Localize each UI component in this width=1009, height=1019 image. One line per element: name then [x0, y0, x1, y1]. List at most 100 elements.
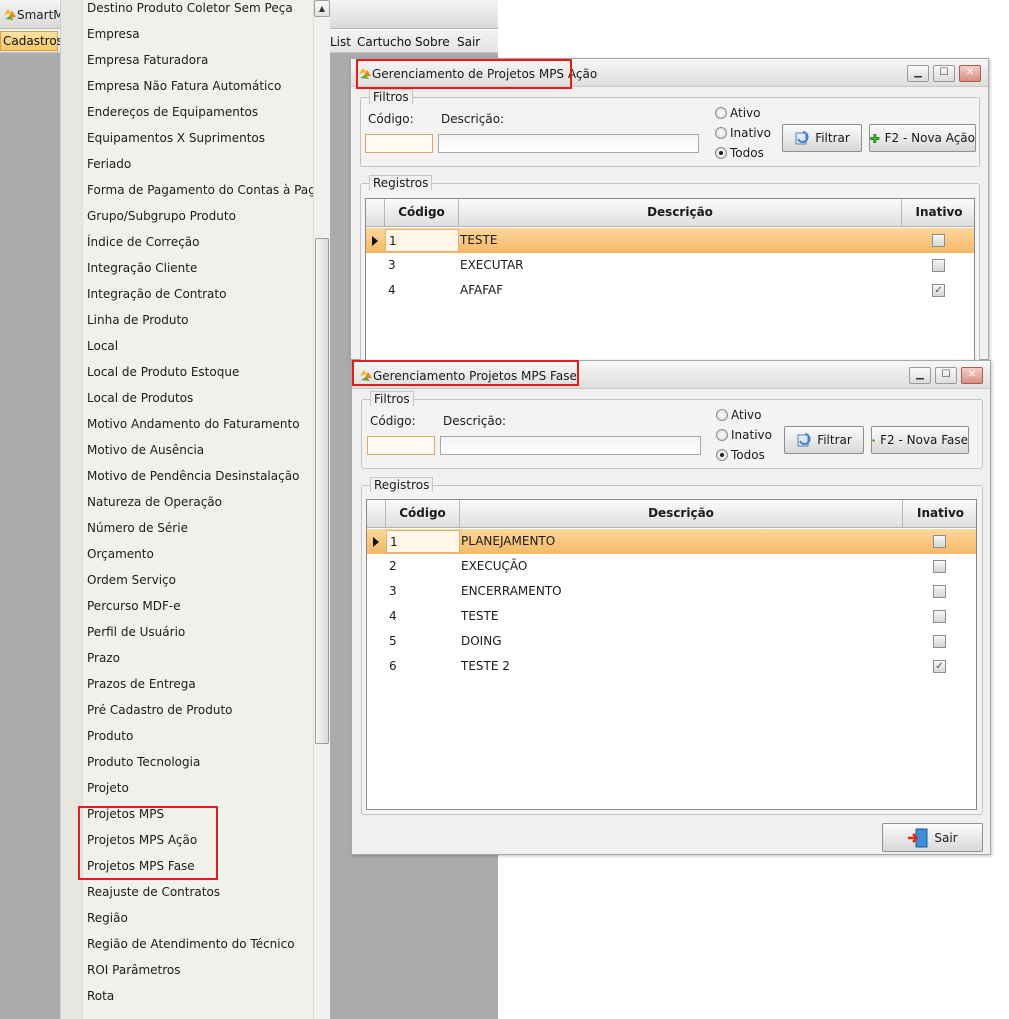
table-row[interactable]: 1 TESTE — [366, 228, 974, 253]
menu-item-indice-de-correcao[interactable]: Índice de Correção — [87, 235, 200, 249]
menu-item-feriado[interactable]: Feriado — [87, 157, 131, 171]
cell-descricao[interactable]: EXECUTAR — [460, 253, 524, 278]
cell-descricao[interactable]: TESTE — [460, 228, 497, 253]
menu-item-equipamentos-x-suprimentos[interactable]: Equipamentos X Suprimentos — [87, 131, 265, 145]
radio-ativo[interactable]: Ativo — [715, 106, 760, 120]
menu-item-motivo-andamento-do-faturamento[interactable]: Motivo Andamento do Faturamento — [87, 417, 300, 431]
menu-item-empresa-nao-fatura-automatico[interactable]: Empresa Não Fatura Automático — [87, 79, 281, 93]
menu-item-roi-parametros[interactable]: ROI Parâmetros — [87, 963, 181, 977]
inativo-checkbox[interactable] — [933, 610, 946, 623]
header-codigo[interactable]: Código — [386, 500, 460, 528]
menu-item-local-de-produto-estoque[interactable]: Local de Produto Estoque — [87, 365, 239, 379]
cell-descricao[interactable]: DOING — [461, 629, 502, 654]
menu-list[interactable]: List — [330, 35, 351, 49]
codigo-input[interactable] — [365, 134, 433, 153]
radio-inativo[interactable]: Inativo — [716, 428, 772, 442]
nova-fase-button[interactable]: F2 - Nova Fase — [871, 426, 969, 454]
menu-item-ordem-servico[interactable]: Ordem Serviço — [87, 573, 176, 587]
menu-item-numero-de-serie[interactable]: Número de Série — [87, 521, 188, 535]
menu-item-regiao[interactable]: Região — [87, 911, 128, 925]
cell-descricao[interactable]: AFAFAF — [460, 278, 503, 303]
cell-codigo[interactable]: 2 — [389, 554, 397, 579]
minimize-button[interactable]: ▁ — [907, 65, 929, 82]
menu-item-forma-de-pagamento-do-contas-a-pagar[interactable]: Forma de Pagamento do Contas à Pagar — [87, 183, 328, 197]
header-codigo[interactable]: Código — [385, 199, 459, 227]
menu-item-integracao-cliente[interactable]: Integração Cliente — [87, 261, 197, 275]
table-row[interactable]: 4 TESTE — [367, 604, 976, 629]
menu-item-perfil-de-usuario[interactable]: Perfil de Usuário — [87, 625, 185, 639]
menu-item-empresa[interactable]: Empresa — [87, 27, 140, 41]
cell-descricao[interactable]: EXECUÇÃO — [461, 554, 527, 579]
menu-item-prazo[interactable]: Prazo — [87, 651, 120, 665]
nova-acao-button[interactable]: F2 - Nova Ação — [869, 124, 976, 152]
cell-descricao[interactable]: TESTE 2 — [461, 654, 510, 679]
table-row[interactable]: 1 PLANEJAMENTO — [367, 529, 976, 554]
cell-codigo[interactable]: 4 — [389, 604, 397, 629]
header-inativo[interactable]: Inativo — [902, 199, 974, 227]
filtrar-button[interactable]: Filtrar — [784, 426, 864, 454]
inativo-checkbox-checked[interactable]: ✓ — [933, 660, 946, 673]
menu-item-destino-produto-coletor-sem-peca[interactable]: Destino Produto Coletor Sem Peça — [87, 1, 293, 15]
close-button[interactable]: ✕ — [961, 367, 983, 384]
header-descricao[interactable]: Descrição — [459, 199, 902, 227]
cell-descricao[interactable]: TESTE — [461, 604, 498, 629]
menu-item-regiao-de-atendimento-do-tecnico[interactable]: Região de Atendimento do Técnico — [87, 937, 295, 951]
menu-item-grupo-subgrupo-produto[interactable]: Grupo/Subgrupo Produto — [87, 209, 236, 223]
dropdown-scrollbar[interactable]: ▲ — [313, 0, 330, 1019]
table-row[interactable]: 6 TESTE 2 ✓ — [367, 654, 976, 679]
inativo-checkbox[interactable] — [932, 234, 945, 247]
maximize-button[interactable]: ☐ — [933, 65, 955, 82]
descricao-input[interactable] — [440, 436, 701, 455]
table-row[interactable]: 3 ENCERRAMENTO — [367, 579, 976, 604]
filtrar-button[interactable]: Filtrar — [782, 124, 862, 152]
menu-item-prazos-de-entrega[interactable]: Prazos de Entrega — [87, 677, 196, 691]
menu-item-enderecos-de-equipamentos[interactable]: Endereços de Equipamentos — [87, 105, 258, 119]
menu-sobre[interactable]: Sobre — [415, 35, 450, 49]
menu-item-local[interactable]: Local — [87, 339, 118, 353]
menu-item-natureza-de-operacao[interactable]: Natureza de Operação — [87, 495, 222, 509]
cell-codigo[interactable]: 3 — [389, 579, 397, 604]
scroll-up-arrow-icon[interactable]: ▲ — [314, 0, 330, 17]
menu-item-produto-tecnologia[interactable]: Produto Tecnologia — [87, 755, 200, 769]
menu-item-linha-de-produto[interactable]: Linha de Produto — [87, 313, 189, 327]
cell-codigo[interactable]: 5 — [389, 629, 397, 654]
menu-item-motivo-de-pendencia-desinstalacao[interactable]: Motivo de Pendência Desinstalação — [87, 469, 299, 483]
cell-codigo[interactable]: 1 — [386, 530, 460, 553]
maximize-button[interactable]: ☐ — [935, 367, 957, 384]
radio-todos[interactable]: Todos — [716, 448, 765, 462]
menu-item-empresa-faturadora[interactable]: Empresa Faturadora — [87, 53, 208, 67]
header-inativo[interactable]: Inativo — [903, 500, 976, 528]
cell-codigo[interactable]: 6 — [389, 654, 397, 679]
menu-item-percurso-mdf-e[interactable]: Percurso MDF-e — [87, 599, 181, 613]
codigo-input[interactable] — [367, 436, 435, 455]
menu-item-rota[interactable]: Rota — [87, 989, 114, 1003]
sair-button[interactable]: Sair — [882, 823, 983, 852]
menu-item-projeto[interactable]: Projeto — [87, 781, 129, 795]
radio-ativo[interactable]: Ativo — [716, 408, 761, 422]
descricao-input[interactable] — [438, 134, 699, 153]
cell-codigo[interactable]: 3 — [388, 253, 396, 278]
cell-descricao[interactable]: ENCERRAMENTO — [461, 579, 562, 604]
menu-item-integracao-de-contrato[interactable]: Integração de Contrato — [87, 287, 226, 301]
menu-item-orcamento[interactable]: Orçamento — [87, 547, 154, 561]
inativo-checkbox-checked[interactable]: ✓ — [932, 284, 945, 297]
inativo-checkbox[interactable] — [933, 535, 946, 548]
menu-cadastros[interactable]: Cadastros — [0, 31, 63, 51]
minimize-button[interactable]: ▁ — [909, 367, 931, 384]
cell-descricao[interactable]: PLANEJAMENTO — [461, 529, 555, 554]
table-row[interactable]: 3 EXECUTAR — [366, 253, 974, 278]
menu-item-reajuste-de-contratos[interactable]: Reajuste de Contratos — [87, 885, 220, 899]
menu-sair[interactable]: Sair — [457, 35, 480, 49]
header-descricao[interactable]: Descrição — [460, 500, 903, 528]
menu-item-local-de-produtos[interactable]: Local de Produtos — [87, 391, 193, 405]
scroll-thumb[interactable] — [315, 238, 329, 744]
close-button[interactable]: ✕ — [959, 65, 981, 82]
table-row[interactable]: 4 AFAFAF ✓ — [366, 278, 974, 303]
menu-cartucho[interactable]: Cartucho — [357, 35, 412, 49]
inativo-checkbox[interactable] — [933, 560, 946, 573]
inativo-checkbox[interactable] — [932, 259, 945, 272]
table-row[interactable]: 2 EXECUÇÃO — [367, 554, 976, 579]
menu-item-produto[interactable]: Produto — [87, 729, 133, 743]
cell-codigo[interactable]: 1 — [385, 229, 459, 252]
radio-inativo[interactable]: Inativo — [715, 126, 771, 140]
